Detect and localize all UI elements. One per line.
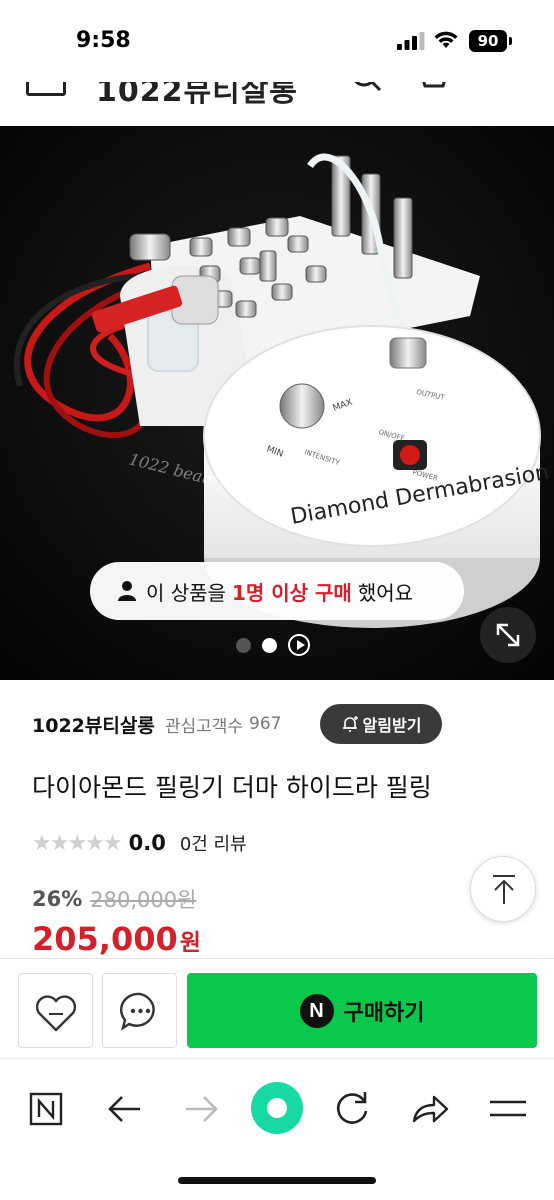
currency-label: 원 <box>179 930 201 956</box>
followers-count: 967 <box>249 714 282 734</box>
sale-price: 205,000 <box>32 920 178 958</box>
arrow-up-icon <box>493 875 515 904</box>
expand-image-button[interactable] <box>480 607 536 663</box>
status-time: 9:58 <box>76 28 131 53</box>
chat-bubble-icon <box>120 992 155 1031</box>
buy-now-button[interactable]: N 구매하기 <box>187 973 537 1048</box>
battery-icon: 90 <box>469 30 507 52</box>
store-home-icon[interactable] <box>26 82 66 96</box>
status-bar: 9:58 90 <box>0 0 554 82</box>
alarm-label: 알림받기 <box>362 716 422 735</box>
image-carousel-indicator <box>236 634 310 656</box>
person-icon <box>118 581 136 601</box>
search-icon[interactable] <box>350 82 382 96</box>
back-arrow-icon[interactable] <box>102 1087 146 1131</box>
store-header-name[interactable]: 1022뷰티살롱 <box>96 82 298 110</box>
rating-value: 0.0 <box>128 831 166 855</box>
buyers-pill-prefix: 이 상품을 <box>146 580 226 605</box>
review-count[interactable]: 0건 리뷰 <box>180 830 247 856</box>
buy-now-label: 구매하기 <box>343 1000 425 1026</box>
carousel-dot[interactable] <box>236 637 251 653</box>
store-header: 1022뷰티살롱 <box>0 82 554 126</box>
buyers-count-pill: 이 상품을 1명 이상 구매 했어요 <box>90 562 464 620</box>
refresh-icon[interactable] <box>330 1087 374 1131</box>
menu-icon[interactable] <box>486 1087 530 1131</box>
wishlist-button[interactable] <box>18 973 93 1048</box>
wifi-icon <box>434 31 458 48</box>
buyers-pill-suffix: 했어요 <box>357 580 414 605</box>
naver-pay-badge: N <box>299 993 334 1028</box>
home-indicator <box>178 1177 376 1184</box>
bell-plus-icon <box>342 716 358 732</box>
battery-nub <box>509 37 512 45</box>
forward-arrow-icon[interactable] <box>180 1087 224 1131</box>
product-image[interactable]: MIN MAX INTENSITY ON/OFF POWER OUTPUT Di… <box>0 126 554 680</box>
menu-icon[interactable] <box>490 82 522 96</box>
expand-icon <box>496 623 520 647</box>
alarm-subscribe-button[interactable]: 알림받기 <box>320 704 442 744</box>
seller-row: 1022뷰티살롱 관심고객수 967 <box>32 702 532 746</box>
heart-tag-icon <box>35 995 77 1032</box>
scroll-to-top-button[interactable] <box>470 856 536 922</box>
original-price: 280,000원 <box>90 888 197 912</box>
buyers-pill-highlight: 1명 이상 구매 <box>231 580 352 605</box>
discount-rate: 26% <box>32 887 83 911</box>
price-row: 205,000 원 <box>32 920 201 960</box>
talktalk-chat-button[interactable] <box>102 973 177 1048</box>
cellular-signal-icon <box>397 32 425 50</box>
video-play-icon[interactable] <box>288 634 310 656</box>
rating-row[interactable]: ★★★★★ 0.0 0건 리뷰 <box>32 828 247 858</box>
cart-icon[interactable] <box>418 82 450 96</box>
seller-name[interactable]: 1022뷰티살롱 <box>32 711 155 738</box>
followers-label: 관심고객수 <box>164 716 244 737</box>
product-title: 다이아몬드 필링기 더마 하이드라 필링 <box>32 773 432 802</box>
naver-home-icon[interactable] <box>24 1087 68 1131</box>
purchase-bar: N 구매하기 <box>0 958 554 1058</box>
carousel-dot-active[interactable] <box>262 637 277 653</box>
share-icon[interactable] <box>408 1087 452 1131</box>
discount-row: 26% 280,000원 <box>32 884 196 914</box>
naver-green-dot-icon[interactable] <box>250 1081 304 1135</box>
rating-stars: ★★★★★ <box>32 830 123 856</box>
